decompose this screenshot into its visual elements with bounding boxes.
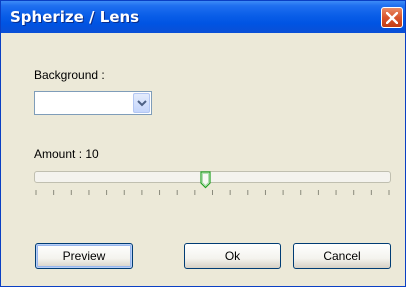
dropdown-button[interactable] — [133, 93, 150, 113]
chevron-down-icon — [137, 100, 147, 107]
title-bar[interactable]: Spherize / Lens — [1, 1, 405, 33]
slider-ticks — [35, 190, 390, 195]
preview-button[interactable]: Preview — [35, 243, 133, 269]
dialog-window: Spherize / Lens Background : Amount : 10… — [0, 0, 406, 287]
cancel-button[interactable]: Cancel — [293, 243, 391, 269]
close-icon — [386, 12, 398, 24]
amount-slider[interactable] — [34, 171, 391, 201]
background-label: Background : — [34, 68, 105, 82]
ok-button[interactable]: Ok — [184, 243, 281, 269]
slider-thumb[interactable] — [200, 171, 211, 189]
window-title: Spherize / Lens — [10, 8, 140, 26]
slider-track[interactable] — [34, 171, 391, 183]
background-dropdown[interactable] — [34, 91, 152, 115]
amount-label: Amount : 10 — [34, 147, 99, 161]
close-button[interactable] — [381, 7, 403, 28]
